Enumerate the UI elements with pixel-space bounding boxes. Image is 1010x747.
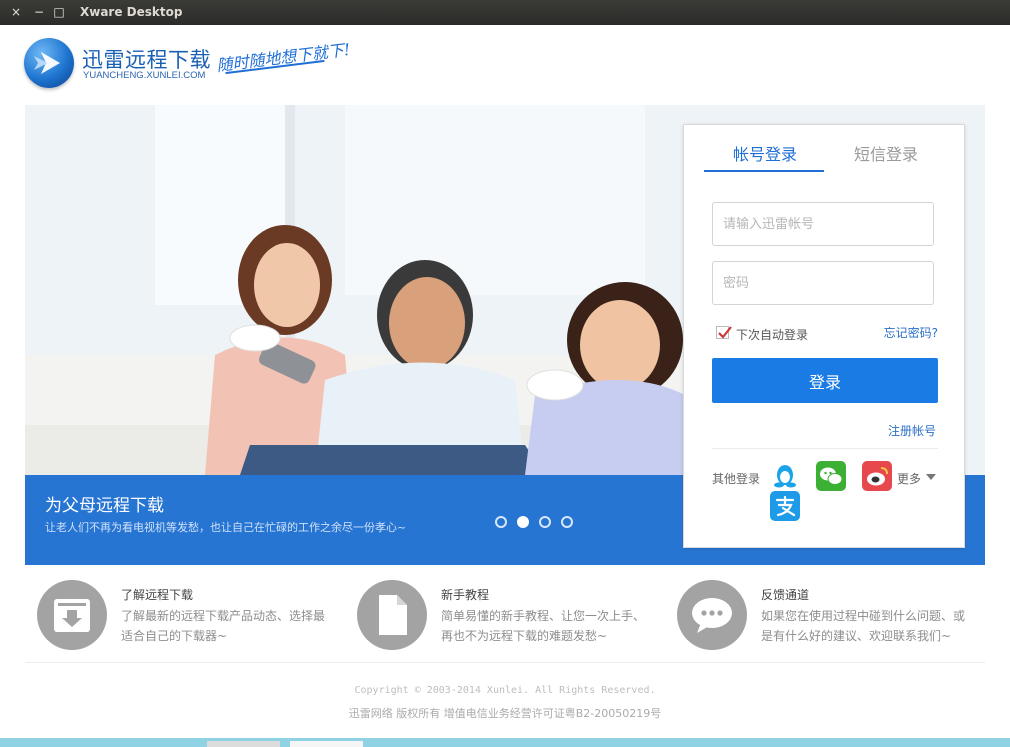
- forgot-password-link[interactable]: 忘记密码?: [884, 324, 938, 341]
- tab-account-login[interactable]: 帐号登录: [733, 141, 797, 165]
- bottom-strip: [0, 738, 1010, 747]
- wechat-icon[interactable]: [816, 461, 846, 491]
- window-title: Xware Desktop: [80, 5, 183, 19]
- password-input[interactable]: [712, 261, 934, 305]
- bottom-tab[interactable]: [207, 741, 280, 747]
- carousel-dot[interactable]: [539, 516, 551, 528]
- carousel-dot[interactable]: [495, 516, 507, 528]
- tab-active-indicator: [704, 170, 824, 172]
- document-icon: [357, 580, 427, 650]
- feature-desc: 如果您在使用过程中碰到什么问题、或是有什么好的建议、欢迎联系我们~: [761, 609, 966, 643]
- login-panel: 帐号登录 短信登录 下次自动登录 忘记密码? 登录 注册帐号 其他登录: [683, 124, 965, 548]
- carousel-dot-active[interactable]: [517, 516, 529, 528]
- banner-subtitle: 让老人们不再为看电视机等发愁，也让自己在忙碌的工作之余尽一份孝心~: [45, 521, 407, 534]
- banner-title: 为父母远程下载: [45, 496, 164, 516]
- feature-title[interactable]: 反馈通道: [761, 586, 809, 603]
- login-button[interactable]: 登录: [712, 358, 938, 403]
- feature-title[interactable]: 新手教程: [441, 586, 489, 603]
- weibo-icon[interactable]: [862, 461, 892, 491]
- xunlei-logo-icon[interactable]: [24, 38, 74, 88]
- icp-license-text: 迅雷网络 版权所有 增值电信业务经营许可证粤B2-20050219号: [348, 707, 662, 720]
- logo-url: YUANCHENG.XUNLEI.COM: [83, 70, 206, 81]
- checkmark-icon: [718, 326, 732, 339]
- more-login-options[interactable]: 更多: [897, 470, 921, 487]
- account-input[interactable]: [712, 202, 934, 246]
- minimize-icon[interactable]: −: [32, 5, 46, 19]
- chevron-down-icon[interactable]: [926, 474, 936, 480]
- bottom-tab[interactable]: [290, 741, 363, 747]
- window-titlebar: × − □ Xware Desktop: [0, 0, 1010, 25]
- feature-title[interactable]: 了解远程下载: [121, 586, 193, 603]
- divider: [712, 448, 938, 449]
- footer-divider: [25, 662, 985, 663]
- download-box-icon: [37, 580, 107, 650]
- auto-login-checkbox[interactable]: [716, 326, 732, 339]
- auto-login-label: 下次自动登录: [736, 328, 809, 342]
- qq-penguin-icon[interactable]: [770, 461, 800, 491]
- carousel-dot[interactable]: [561, 516, 573, 528]
- chat-bubble-icon: [677, 580, 747, 650]
- maximize-icon[interactable]: □: [52, 5, 66, 19]
- copyright-text: Copyright © 2003-2014 Xunlei. All Rights…: [354, 685, 656, 696]
- feature-desc: 简单易懂的新手教程、让您一次上手、再也不为远程下载的难题发愁~: [441, 609, 646, 643]
- register-link[interactable]: 注册帐号: [888, 422, 936, 439]
- close-icon[interactable]: ×: [9, 5, 23, 19]
- other-login-label: 其他登录: [712, 472, 761, 486]
- tab-sms-login[interactable]: 短信登录: [854, 141, 918, 165]
- feature-desc: 了解最新的远程下载产品动态、选择最适合自己的下载器~: [121, 609, 326, 643]
- alipay-icon[interactable]: [770, 491, 800, 521]
